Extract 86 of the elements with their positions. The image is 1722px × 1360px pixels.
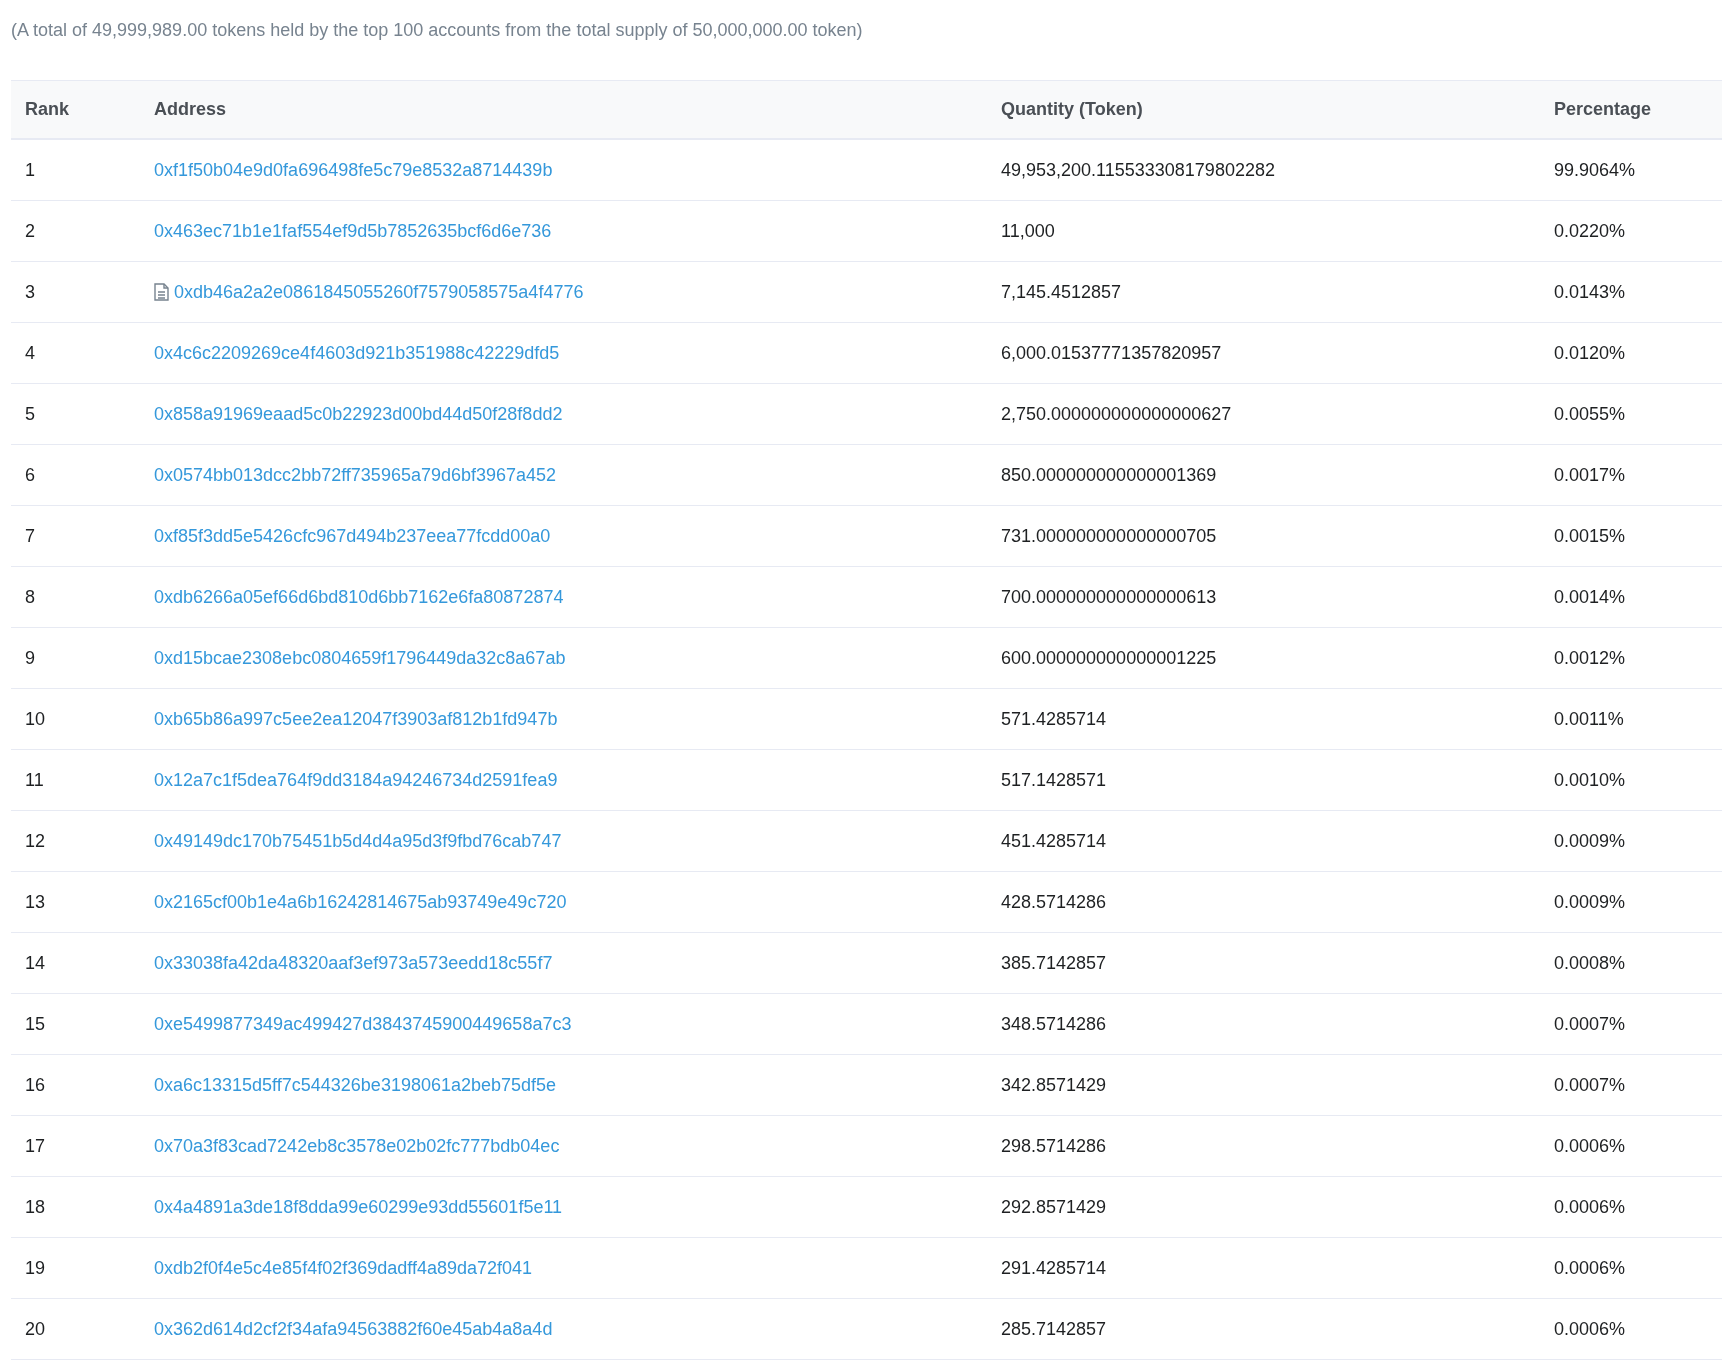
quantity-cell: 285.7142857	[1001, 1318, 1107, 1339]
rank-cell: 5	[25, 403, 35, 424]
quantity-cell: 600.000000000000001225	[1001, 647, 1217, 668]
quantity-cell: 850.000000000000001369	[1001, 464, 1217, 485]
address-link[interactable]: 0x4c6c2209269ce4f4603d921b351988c42229dfd5	[154, 339, 560, 367]
percentage-cell: 0.0220%	[1554, 220, 1626, 241]
quantity-cell: 451.4285714	[1001, 830, 1107, 851]
quantity-cell: 49,953,200.115533308179802282	[1001, 159, 1275, 180]
address-link[interactable]: 0x70a3f83cad7242eb8c3578e02b02fc777bdb04ec	[154, 1132, 560, 1160]
column-header: Address	[154, 99, 227, 119]
percentage-cell: 0.0015%	[1554, 525, 1626, 546]
address-link[interactable]: 0xf1f50b04e9d0fa696498fe5c79e8532a8714439b	[154, 156, 553, 184]
address-link[interactable]: 0x463ec71b1e1faf554ef9d5b7852635bcf6d6e736	[154, 217, 552, 245]
percentage-cell: 0.0014%	[1554, 586, 1626, 607]
rank-cell: 14	[25, 952, 46, 973]
percentage-cell: 0.0055%	[1554, 403, 1626, 424]
rank-cell: 9	[25, 647, 35, 668]
percentage-cell: 0.0010%	[1554, 769, 1626, 790]
address-link[interactable]: 0x858a91969eaad5c0b22923d00bd44d50f28f8dd2	[154, 400, 563, 428]
address-link[interactable]: 0x12a7c1f5dea764f9dd3184a94246734d2591fea9	[154, 766, 558, 794]
rank-cell: 6	[25, 464, 35, 485]
percentage-cell: 0.0007%	[1554, 1013, 1626, 1034]
percentage-cell: 0.0006%	[1554, 1196, 1626, 1217]
column-header: Percentage	[1554, 99, 1652, 119]
rank-cell: 2	[25, 220, 35, 241]
percentage-cell: 0.0007%	[1554, 1074, 1626, 1095]
quantity-cell: 517.1428571	[1001, 769, 1107, 790]
rank-cell: 15	[25, 1013, 46, 1034]
column-header: Rank	[25, 99, 69, 119]
rank-cell: 20	[25, 1318, 46, 1339]
quantity-cell: 571.4285714	[1001, 708, 1107, 729]
percentage-cell: 0.0009%	[1554, 830, 1626, 851]
percentage-cell: 0.0017%	[1554, 464, 1626, 485]
rank-cell: 3	[25, 281, 35, 302]
address-link[interactable]: 0x49149dc170b75451b5d4d4a95d3f9fbd76cab747	[154, 827, 562, 855]
rank-cell: 16	[25, 1074, 46, 1095]
address-link[interactable]: 0x2165cf00b1e4a6b16242814675ab93749e49c720	[154, 888, 567, 916]
percentage-cell: 0.0009%	[1554, 891, 1626, 912]
rank-cell: 11	[25, 769, 44, 790]
percentage-cell: 0.0006%	[1554, 1257, 1626, 1278]
quantity-cell: 2,750.000000000000000627	[1001, 403, 1232, 424]
percentage-cell: 99.9064%	[1554, 159, 1636, 180]
percentage-cell: 0.0143%	[1554, 281, 1626, 302]
rank-cell: 18	[25, 1196, 46, 1217]
rank-cell: 4	[25, 342, 35, 363]
quantity-cell: 292.8571429	[1001, 1196, 1107, 1217]
quantity-cell: 348.5714286	[1001, 1013, 1107, 1034]
rank-cell: 12	[25, 830, 46, 851]
quantity-cell: 731.000000000000000705	[1001, 525, 1217, 546]
summary-text: (A total of 49,999,989.00 tokens held by the top 100 accounts from the total supply of 50,000,000.00 token)	[11, 20, 863, 40]
rank-cell: 19	[25, 1257, 46, 1278]
address-link[interactable]: 0x362d614d2cf2f34afa94563882f60e45ab4a8a4d	[154, 1315, 553, 1343]
address-link[interactable]: 0xdb6266a05ef66d6bd810d6bb7162e6fa80872874	[154, 583, 564, 611]
address-link[interactable]: 0xb65b86a997c5ee2ea12047f3903af812b1fd947b	[154, 705, 558, 733]
percentage-cell: 0.0006%	[1554, 1318, 1626, 1339]
percentage-cell: 0.0120%	[1554, 342, 1626, 363]
percentage-cell: 0.0012%	[1554, 647, 1626, 668]
rank-cell: 7	[25, 525, 35, 546]
quantity-cell: 428.5714286	[1001, 891, 1107, 912]
percentage-cell: 0.0011%	[1554, 708, 1624, 729]
rank-cell: 1	[25, 159, 35, 180]
quantity-cell: 700.000000000000000613	[1001, 586, 1217, 607]
quantity-cell: 11,000	[1001, 220, 1055, 241]
address-link[interactable]: 0xf85f3dd5e5426cfc967d494b237eea77fcdd00a0	[154, 522, 551, 550]
address-link[interactable]: 0xdb46a2a2e0861845055260f7579058575a4f4776	[174, 278, 584, 306]
quantity-cell: 298.5714286	[1001, 1135, 1107, 1156]
address-link[interactable]: 0x0574bb013dcc2bb72ff735965a79d6bf3967a452	[154, 461, 557, 489]
address-link[interactable]: 0xdb2f0f4e5c4e85f4f02f369dadff4a89da72f041	[154, 1254, 533, 1282]
percentage-cell: 0.0008%	[1554, 952, 1626, 973]
address-link[interactable]: 0x4a4891a3de18f8dda99e60299e93dd55601f5e11	[154, 1193, 563, 1221]
quantity-cell: 7,145.4512857	[1001, 281, 1122, 302]
address-link[interactable]: 0xe5499877349ac499427d3843745900449658a7c3	[154, 1010, 572, 1038]
quantity-cell: 6,000.01537771357820957	[1001, 342, 1222, 363]
address-link[interactable]: 0x33038fa42da48320aaf3ef973a573eedd18c55f7	[154, 949, 553, 977]
quantity-cell: 342.8571429	[1001, 1074, 1107, 1095]
rank-cell: 10	[25, 708, 46, 729]
column-header: Quantity (Token)	[1001, 99, 1143, 119]
percentage-cell: 0.0006%	[1554, 1135, 1626, 1156]
rank-cell: 13	[25, 891, 46, 912]
quantity-cell: 291.4285714	[1001, 1257, 1107, 1278]
document-icon	[154, 283, 169, 301]
quantity-cell: 385.7142857	[1001, 952, 1107, 973]
address-link[interactable]: 0xa6c13315d5ff7c544326be3198061a2beb75df5e	[154, 1071, 557, 1099]
rank-cell: 8	[25, 586, 35, 607]
address-link[interactable]: 0xd15bcae2308ebc0804659f1796449da32c8a67ab	[154, 644, 566, 672]
rank-cell: 17	[25, 1135, 46, 1156]
